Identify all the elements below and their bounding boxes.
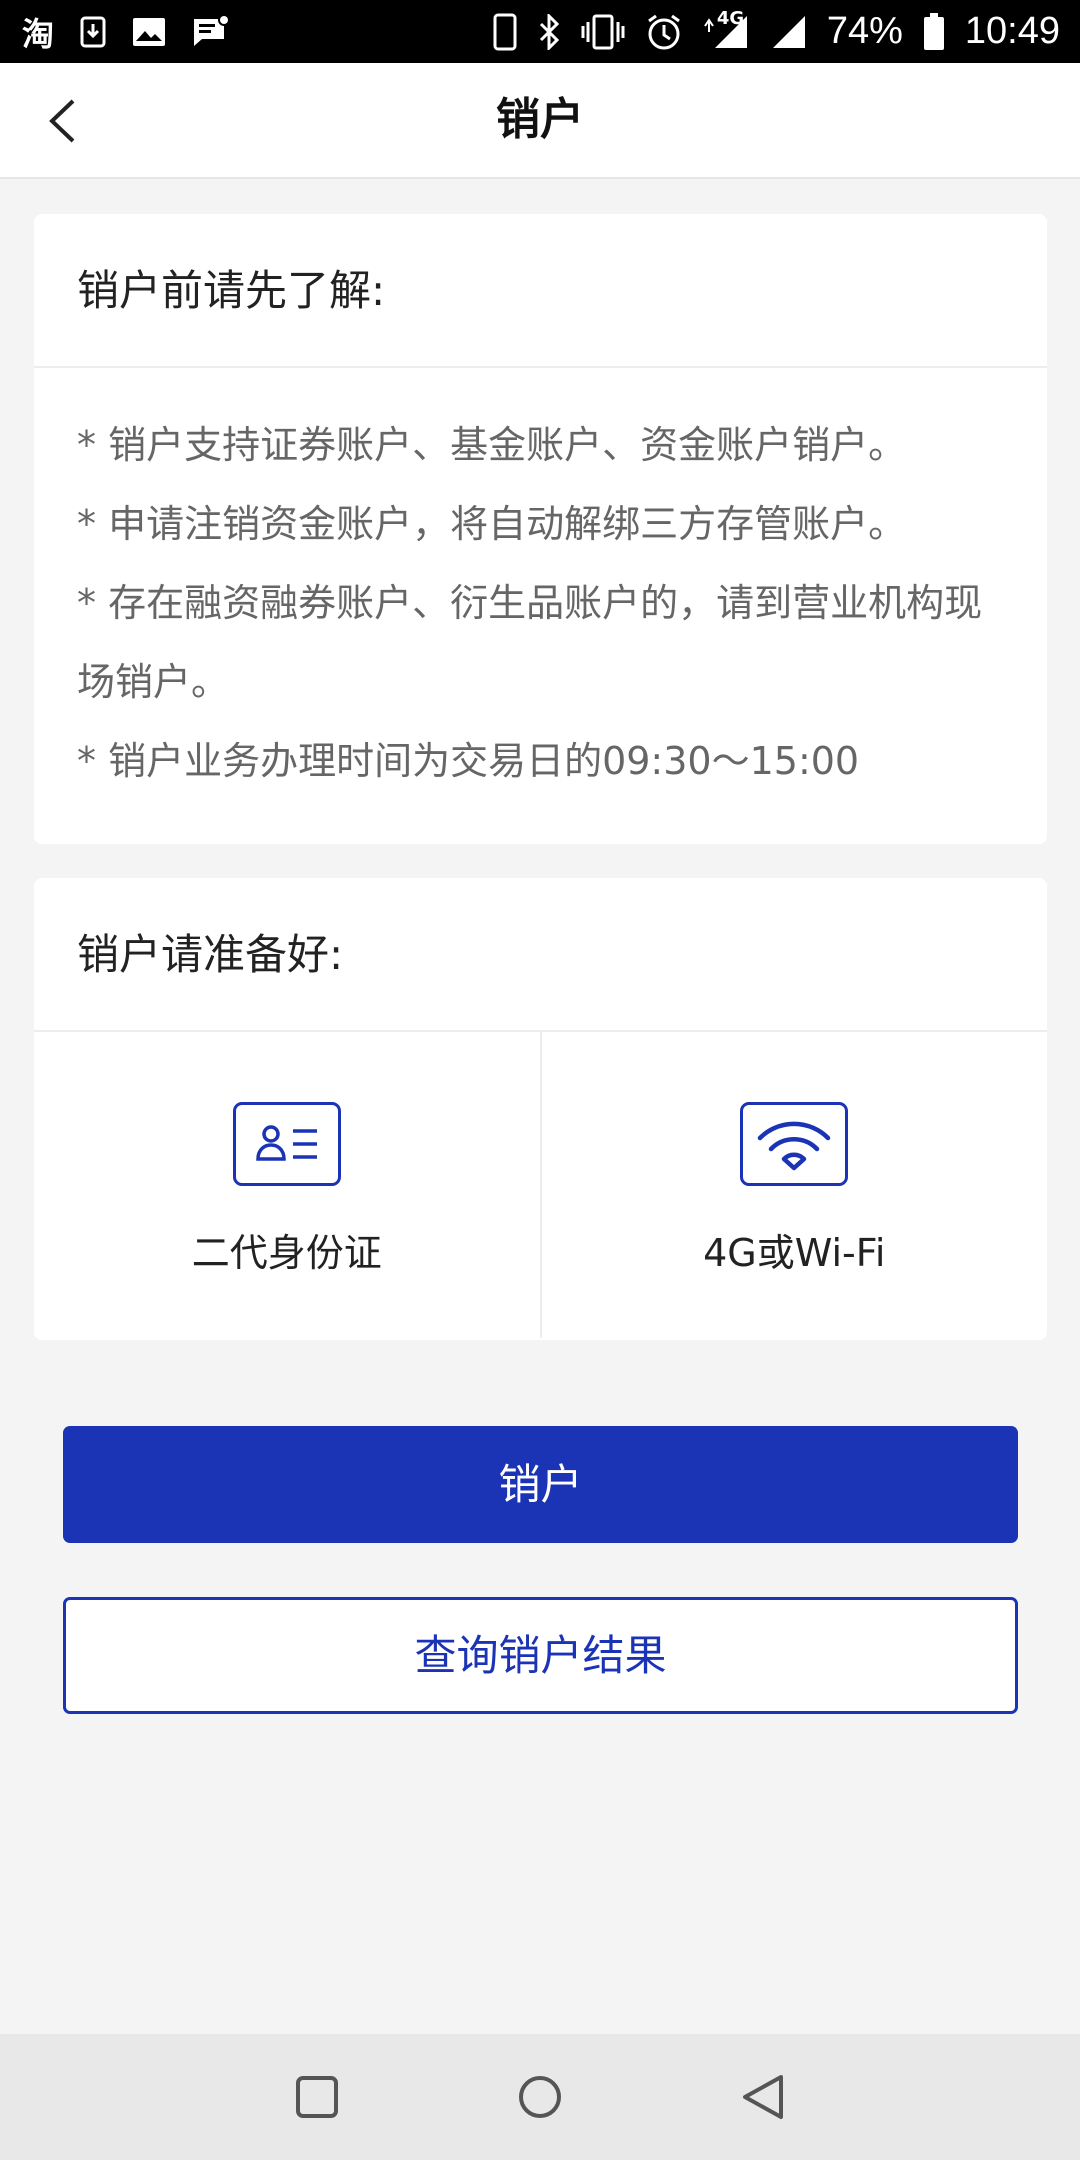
prepare-item-label: 二代身份证 — [191, 1231, 382, 1275]
taobao-icon: 淘 — [22, 15, 55, 52]
system-nav-bar — [0, 2034, 1080, 2160]
status-bar: 淘 4G 74% 10:49 — [0, 0, 1080, 63]
network-type: 4G — [716, 7, 745, 29]
notice-item: * 销户业务办理时间为交易日的09:30～15:00 — [77, 739, 860, 783]
query-result-button[interactable]: 查询销户结果 — [63, 1597, 1018, 1714]
back-nav-button[interactable] — [736, 2070, 790, 2124]
image-icon — [132, 17, 166, 47]
signal-icon — [769, 14, 807, 50]
prepare-item-id-card: 二代身份证 — [34, 1032, 540, 1338]
prepare-items: 二代身份证 4G或Wi-Fi — [34, 1032, 1047, 1338]
triangle-back-icon — [743, 2075, 783, 2119]
cellular-4g-icon: 4G — [703, 8, 749, 50]
phone-icon — [493, 13, 517, 51]
notice-item: * 存在融资融券账户、衍生品账户的，请到营业机构现场销户。 — [77, 581, 983, 704]
prepare-item-label: 4G或Wi-Fi — [703, 1231, 886, 1275]
wifi-icon — [740, 1102, 849, 1186]
clock: 10:49 — [964, 10, 1060, 52]
battery-icon — [923, 12, 945, 51]
notice-title: 销户前请先了解: — [34, 214, 1047, 368]
prepare-item-network: 4G或Wi-Fi — [539, 1032, 1048, 1338]
prepare-title: 销户请准备好: — [34, 878, 1047, 1032]
nav-bar: 销户 — [0, 63, 1080, 179]
notice-item: * 申请注销资金账户，将自动解绑三方存管账户。 — [77, 502, 907, 546]
notice-list: * 销户支持证券账户、基金账户、资金账户销户。 * 申请注销资金账户，将自动解绑… — [34, 368, 1047, 801]
vibrate-icon — [581, 14, 625, 50]
square-icon — [296, 2076, 338, 2118]
id-card-icon — [232, 1102, 341, 1186]
close-account-button[interactable]: 销户 — [63, 1426, 1018, 1543]
notice-card: 销户前请先了解: * 销户支持证券账户、基金账户、资金账户销户。 * 申请注销资… — [34, 214, 1047, 844]
notice-item: * 销户支持证券账户、基金账户、资金账户销户。 — [77, 423, 907, 467]
message-icon — [192, 14, 231, 49]
alarm-icon — [645, 13, 683, 51]
circle-icon — [519, 2076, 561, 2118]
download-icon — [80, 16, 106, 48]
battery-percent: 74% — [826, 10, 903, 52]
recent-apps-button[interactable] — [290, 2070, 344, 2124]
prepare-card: 销户请准备好: 二代身份证 4G或Wi-Fi — [34, 878, 1047, 1340]
bluetooth-icon — [537, 13, 561, 50]
home-button[interactable] — [513, 2070, 567, 2124]
page-title: 销户 — [496, 94, 584, 145]
